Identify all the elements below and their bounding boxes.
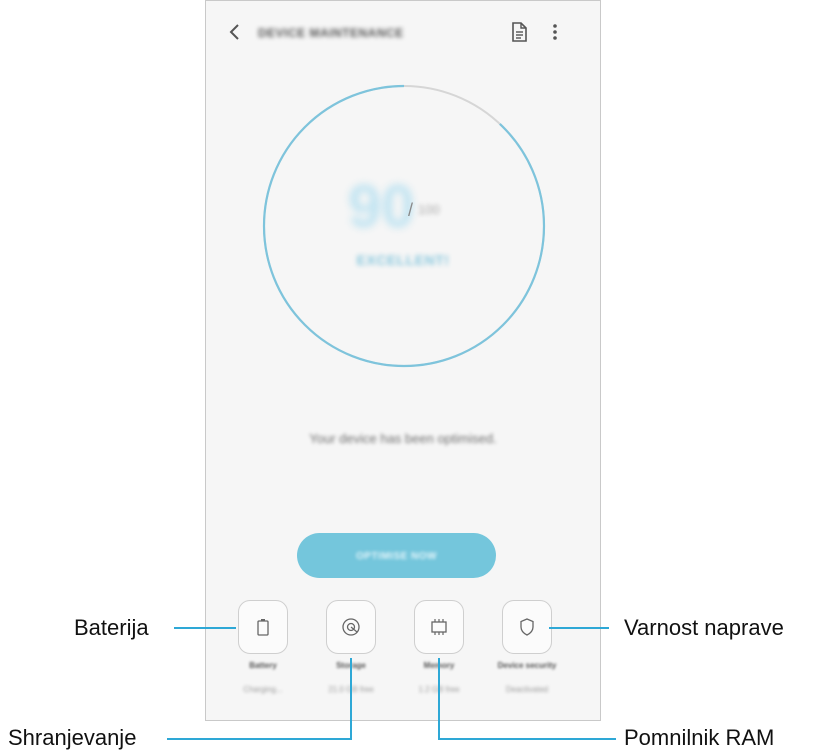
storage-callout: Shranjevanje (8, 725, 137, 750)
battery-label: Battery (249, 661, 277, 670)
memory-callout: Pomnilnik RAM (624, 725, 775, 750)
device-maintenance-screen: DEVICE MAINTENANCE 90 / 100 EXCELLENT! Y… (205, 0, 601, 721)
battery-callout: Baterija (74, 615, 149, 640)
score-status: EXCELLENT! (356, 252, 450, 268)
score-separator: / (408, 200, 414, 220)
device-security-button[interactable] (502, 600, 552, 654)
memory-chip-icon (431, 619, 447, 635)
storage-callout-line (350, 658, 352, 739)
optimise-now-label: OPTIMISE NOW (356, 551, 437, 562)
document-icon[interactable] (510, 22, 528, 42)
app-bar: DEVICE MAINTENANCE (206, 1, 600, 65)
device-security-status: Deactivated (505, 685, 549, 694)
page-title: DEVICE MAINTENANCE (258, 26, 404, 40)
battery-tile[interactable]: Battery Charging... (219, 597, 307, 707)
device-security-tile[interactable]: Device security Deactivated (483, 597, 571, 707)
device-security-label: Device security (497, 661, 557, 670)
storage-icon (342, 618, 360, 636)
score-max: 100 (418, 202, 440, 217)
security-callout-line (549, 627, 609, 629)
optimise-now-button[interactable]: OPTIMISE NOW (297, 533, 496, 578)
memory-button[interactable] (414, 600, 464, 654)
battery-button[interactable] (238, 600, 288, 654)
optimised-message: Your device has been optimised. (309, 431, 497, 446)
memory-callout-line (438, 658, 440, 739)
battery-status: Charging... (243, 685, 283, 694)
storage-callout-line-horizontal (167, 738, 352, 740)
memory-callout-line-horizontal (438, 738, 616, 740)
battery-callout-line (174, 627, 236, 629)
score-value: 90 (348, 173, 415, 240)
storage-button[interactable] (326, 600, 376, 654)
shield-icon (520, 618, 534, 636)
battery-icon (257, 619, 269, 636)
security-callout: Varnost naprave (624, 615, 784, 640)
more-vertical-icon[interactable] (551, 21, 559, 43)
chevron-left-icon[interactable] (224, 21, 246, 43)
